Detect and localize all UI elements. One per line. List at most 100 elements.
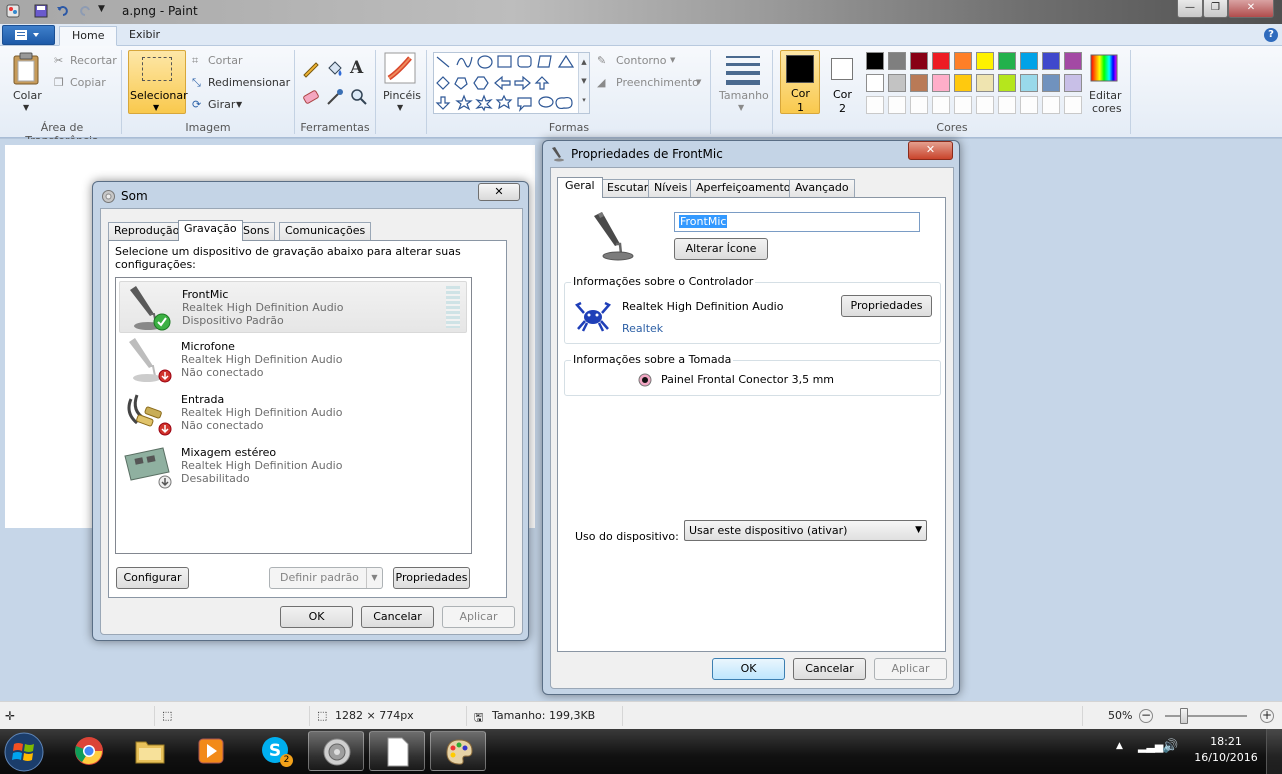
magnifier-icon[interactable] bbox=[349, 88, 369, 106]
palette-color-swatch[interactable] bbox=[888, 52, 906, 70]
outline-button[interactable]: Contorno bbox=[616, 54, 666, 67]
properties-apply-button[interactable]: Aplicar bbox=[874, 658, 947, 680]
palette-custom-slot[interactable] bbox=[998, 96, 1016, 114]
outline-dropdown-icon[interactable]: ▼ bbox=[670, 56, 675, 64]
palette-custom-slot[interactable] bbox=[1020, 96, 1038, 114]
palette-custom-slot[interactable] bbox=[888, 96, 906, 114]
tab-sounds[interactable]: Sons bbox=[237, 222, 276, 240]
eraser-icon[interactable] bbox=[301, 88, 321, 106]
change-icon-button[interactable]: Alterar Ícone bbox=[674, 238, 768, 260]
palette-custom-slot[interactable] bbox=[866, 96, 884, 114]
set-default-dropdown-icon[interactable]: ▼ bbox=[366, 568, 382, 588]
shapes-scroll[interactable]: ▲ ▼ ▾ bbox=[578, 53, 589, 113]
palette-color-swatch[interactable] bbox=[998, 52, 1016, 70]
pencil-icon[interactable] bbox=[301, 60, 321, 78]
show-desktop-button[interactable] bbox=[1266, 729, 1282, 774]
device-item-stereo-mix[interactable]: Mixagem estéreo Realtek High Definition … bbox=[119, 440, 467, 492]
palette-custom-slot[interactable] bbox=[1042, 96, 1060, 114]
palette-color-swatch[interactable] bbox=[1064, 52, 1082, 70]
taskbar-document[interactable] bbox=[369, 731, 425, 771]
sound-apply-button[interactable]: Aplicar bbox=[442, 606, 515, 628]
minimize-button[interactable]: — bbox=[1177, 0, 1203, 18]
configure-button[interactable]: Configurar bbox=[116, 567, 189, 589]
text-tool-icon[interactable]: A bbox=[350, 58, 363, 78]
palette-color-swatch[interactable] bbox=[888, 74, 906, 92]
close-button[interactable]: ✕ bbox=[1228, 0, 1274, 18]
palette-custom-slot[interactable] bbox=[954, 96, 972, 114]
network-icon[interactable]: ▂▃▅ bbox=[1138, 740, 1163, 753]
brushes-dropdown-icon[interactable]: ▼ bbox=[397, 103, 403, 112]
start-button[interactable] bbox=[2, 730, 46, 774]
tab-advanced[interactable]: Avançado bbox=[789, 179, 855, 197]
qat-customize-icon[interactable]: ▼ bbox=[98, 4, 112, 18]
palette-color-swatch[interactable] bbox=[1020, 52, 1038, 70]
sound-cancel-button[interactable]: Cancelar bbox=[361, 606, 434, 628]
copy-button[interactable]: Copiar bbox=[70, 76, 106, 89]
taskbar-explorer[interactable] bbox=[122, 731, 178, 771]
tab-general[interactable]: Geral bbox=[557, 177, 603, 198]
recording-device-list[interactable]: FrontMic Realtek High Definition Audio D… bbox=[115, 277, 472, 554]
taskbar-chrome[interactable] bbox=[61, 731, 117, 771]
select-button[interactable]: Selecionar ▼ bbox=[128, 50, 188, 114]
tab-enhancements[interactable]: Aperfeiçoamentos bbox=[690, 179, 803, 197]
tab-listen[interactable]: Escutar bbox=[601, 179, 655, 197]
zoom-out-button[interactable]: − bbox=[1139, 709, 1153, 723]
clock-date[interactable]: 16/10/2016 bbox=[1193, 751, 1259, 764]
size-label[interactable]: Tamanho bbox=[719, 89, 769, 102]
color-picker-icon[interactable] bbox=[325, 88, 345, 106]
palette-custom-slot[interactable] bbox=[976, 96, 994, 114]
show-hidden-icons[interactable]: ▲ bbox=[1116, 741, 1123, 751]
volume-icon[interactable]: 🔊 bbox=[1162, 739, 1178, 754]
paste-dropdown-icon[interactable]: ▼ bbox=[23, 103, 29, 112]
taskbar-media-player[interactable] bbox=[183, 731, 239, 771]
paint-app-icon[interactable] bbox=[6, 4, 20, 18]
crop-button[interactable]: Cortar bbox=[208, 54, 243, 67]
maximize-button[interactable]: ❐ bbox=[1203, 0, 1228, 18]
help-icon[interactable]: ? bbox=[1264, 28, 1278, 42]
sound-ok-button[interactable]: OK bbox=[280, 606, 353, 628]
palette-color-swatch[interactable] bbox=[910, 52, 928, 70]
palette-color-swatch[interactable] bbox=[1042, 52, 1060, 70]
tab-recording[interactable]: Gravação bbox=[178, 220, 243, 241]
undo-icon[interactable] bbox=[56, 4, 70, 18]
paste-icon[interactable] bbox=[12, 52, 42, 86]
size-dropdown-icon[interactable]: ▼ bbox=[738, 103, 744, 112]
resize-button[interactable]: Redimensionar bbox=[208, 76, 290, 89]
palette-color-swatch[interactable] bbox=[866, 52, 884, 70]
tab-view[interactable]: Exibir bbox=[117, 26, 172, 46]
cut-button[interactable]: Recortar bbox=[70, 54, 117, 67]
tab-home[interactable]: Home bbox=[59, 26, 118, 46]
device-item-frontmic[interactable]: FrontMic Realtek High Definition Audio D… bbox=[119, 281, 467, 333]
palette-color-swatch[interactable] bbox=[976, 52, 994, 70]
properties-ok-button[interactable]: OK bbox=[712, 658, 785, 680]
set-default-button[interactable]: Definir padrão ▼ bbox=[269, 567, 383, 589]
zoom-slider-thumb[interactable] bbox=[1180, 708, 1188, 724]
edit-colors-label-2[interactable]: cores bbox=[1092, 102, 1122, 115]
clock-time[interactable]: 18:21 bbox=[1202, 735, 1250, 748]
palette-custom-slot[interactable] bbox=[910, 96, 928, 114]
device-properties-button[interactable]: Propriedades bbox=[393, 567, 470, 589]
taskbar-sound-settings[interactable] bbox=[308, 731, 364, 771]
fill-dropdown-icon[interactable]: ▼ bbox=[696, 78, 701, 86]
brushes-icon[interactable] bbox=[384, 52, 416, 84]
brushes-label[interactable]: Pincéis bbox=[383, 89, 421, 102]
device-name-input[interactable]: FrontMic bbox=[674, 212, 920, 232]
fill-bucket-icon[interactable] bbox=[325, 60, 345, 78]
device-usage-select[interactable]: Usar este dispositivo (ativar) ▼ bbox=[684, 520, 927, 541]
palette-color-swatch[interactable] bbox=[910, 74, 928, 92]
palette-color-swatch[interactable] bbox=[954, 52, 972, 70]
properties-close-button[interactable]: ✕ bbox=[908, 141, 953, 160]
controller-properties-button[interactable]: Propriedades bbox=[841, 295, 932, 317]
tab-communications[interactable]: Comunicações bbox=[279, 222, 372, 240]
color2-button[interactable]: Cor 2 bbox=[826, 50, 860, 115]
size-icon[interactable] bbox=[726, 56, 760, 85]
palette-color-swatch[interactable] bbox=[932, 74, 950, 92]
tab-levels[interactable]: Níveis bbox=[648, 179, 694, 197]
sound-close-button[interactable]: ✕ bbox=[478, 183, 520, 201]
file-menu-button[interactable] bbox=[2, 25, 55, 45]
palette-color-swatch[interactable] bbox=[932, 52, 950, 70]
redo-icon[interactable] bbox=[78, 4, 92, 18]
palette-color-swatch[interactable] bbox=[1042, 74, 1060, 92]
properties-cancel-button[interactable]: Cancelar bbox=[793, 658, 866, 680]
controller-vendor-link[interactable]: Realtek bbox=[622, 322, 663, 335]
